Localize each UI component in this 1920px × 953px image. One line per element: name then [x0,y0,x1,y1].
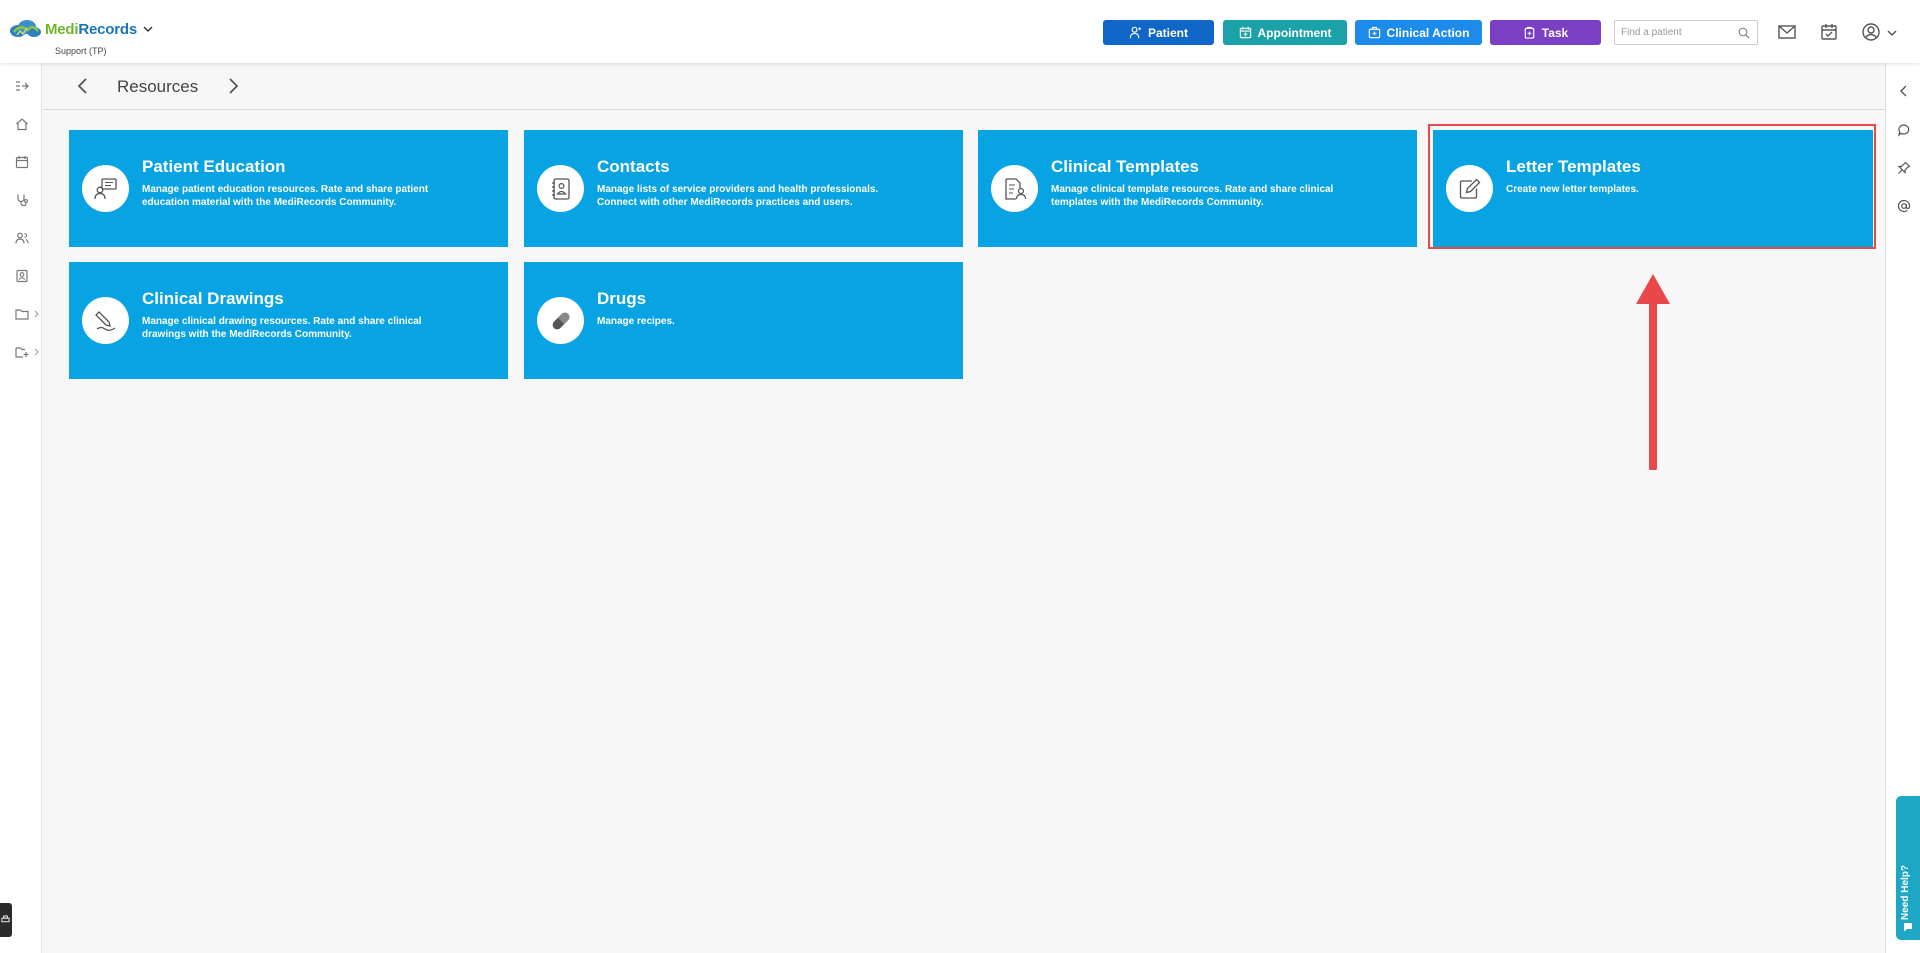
chat-person-icon [93,177,117,199]
contact-card-icon[interactable] [15,269,29,283]
appointment-button[interactable]: Appointment [1223,20,1347,45]
chevron-left-icon[interactable] [1897,84,1911,98]
tile-title: Patient Education [142,157,286,176]
back-arrow-icon[interactable] [73,76,93,96]
brand-medi: Medi [45,20,79,38]
tile-description: Manage patient education resources. Rate… [142,184,429,208]
tile-description: Manage lists of service providers and he… [597,184,879,208]
chat-help-icon [1904,923,1912,932]
tile-description: Manage clinical drawing resources. Rate … [142,316,422,340]
at-sign-icon[interactable] [1897,199,1911,213]
tile-icon-circle [537,165,584,212]
tile-title: Drugs [597,289,647,308]
tile-title: Clinical Drawings [142,289,284,308]
left-sidebar [0,63,42,953]
stethoscope-icon[interactable] [15,193,29,207]
tile-icon-circle [82,297,129,344]
patient-button[interactable]: Patient [1103,20,1214,45]
breadcrumb: Resources [43,63,1885,110]
people-icon[interactable] [15,231,29,245]
org-name: Support (TP) [55,46,107,56]
cloud-logo-icon [10,20,41,37]
tile-icon-circle [1446,165,1493,212]
appointment-button-label: Appointment [1257,25,1332,40]
clinical-action-button[interactable]: Clinical Action [1355,20,1482,45]
clipboard-add-icon [1524,26,1535,39]
tile-icon-circle [991,165,1038,212]
patient-search[interactable] [1614,20,1758,45]
user-account-icon[interactable] [1861,22,1881,42]
tile-contacts[interactable]: Contacts Manage lists of service provide… [524,130,963,247]
chat-bubble-icon[interactable] [1897,123,1911,137]
chevron-right-icon[interactable] [34,348,40,356]
need-help-tab[interactable]: Need Help? [1896,796,1920,940]
annotation-arrow-icon [1636,274,1670,470]
pill-icon [552,312,569,329]
app-logo[interactable]: MediRecords [8,18,153,40]
medical-kit-icon [1368,26,1380,39]
edit-note-icon [1459,178,1480,199]
chevron-down-icon[interactable] [143,24,153,34]
search-icon[interactable] [1738,27,1750,39]
tile-icon-circle [537,297,584,344]
folder-add-icon[interactable] [15,345,29,359]
side-toggle-tab[interactable] [0,903,12,937]
task-button[interactable]: Task [1490,20,1601,45]
tile-clinical-templates[interactable]: Clinical Templates Manage clinical templ… [978,130,1417,247]
calendar-check-icon[interactable] [1819,22,1839,42]
tile-description: Manage recipes. [597,316,675,327]
folder-icon[interactable] [15,307,29,321]
tile-description: Create new letter templates. [1506,184,1639,195]
document-person-icon [1004,177,1026,200]
tile-title: Clinical Templates [1051,157,1200,176]
task-button-label: Task [1541,25,1569,40]
calendar-add-icon [1239,26,1251,39]
tile-description: Manage clinical template resources. Rate… [1051,184,1334,208]
chevron-down-icon[interactable] [1887,28,1897,38]
tile-clinical-drawings[interactable]: Clinical Drawings Manage clinical drawin… [69,262,508,379]
page-title: Resources [117,77,199,96]
tile-title: Letter Templates [1506,157,1641,176]
tile-letter-templates[interactable]: Letter Templates Create new letter templ… [1433,130,1873,247]
patient-search-input[interactable] [1621,27,1733,38]
person-add-icon [1129,26,1142,39]
pencil-drawing-icon [94,310,115,331]
mail-icon[interactable] [1777,22,1797,42]
need-help-label: Need Help? [1900,864,1911,920]
expand-sidebar-icon[interactable] [15,79,29,93]
right-sidebar: Need Help? [1885,63,1920,953]
patient-button-label: Patient [1147,25,1188,40]
tile-icon-circle [82,165,129,212]
brand-name: MediRecords [45,21,137,38]
address-book-icon [551,177,570,200]
chevron-right-icon[interactable] [34,310,40,318]
calendar-icon[interactable] [15,155,29,169]
top-header: MediRecords Support (TP) Patient Appoint… [0,0,1920,63]
brand-records: Records [78,20,137,38]
tile-drugs[interactable]: Drugs Manage recipes. [524,262,963,379]
clinical-action-button-label: Clinical Action [1386,25,1470,40]
printer-icon [1,915,10,923]
pin-icon[interactable] [1897,161,1911,175]
forward-arrow-icon[interactable] [223,76,243,96]
home-icon[interactable] [15,117,29,131]
tile-title: Contacts [597,157,670,176]
tile-patient-education[interactable]: Patient Education Manage patient educati… [69,130,508,247]
